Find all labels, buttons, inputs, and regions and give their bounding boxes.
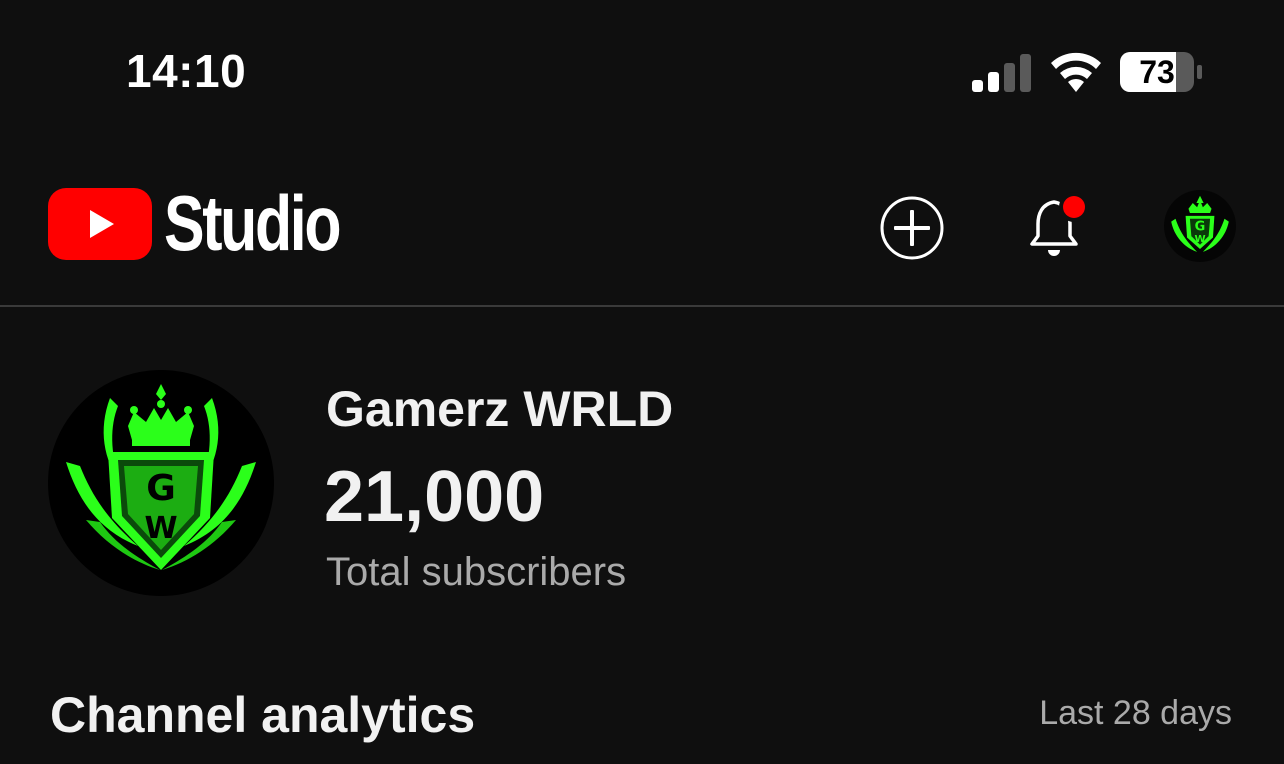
channel-avatar[interactable]: G W bbox=[48, 370, 274, 596]
analytics-title: Channel analytics bbox=[50, 687, 476, 743]
studio-screen: 14:10 73 Studio G W G W Gamerz WRLD 21,0… bbox=[0, 0, 1284, 764]
wifi-icon bbox=[1051, 52, 1101, 92]
svg-text:W: W bbox=[1194, 234, 1205, 245]
app-name: Studio bbox=[164, 179, 342, 267]
subscriber-label: Total subscribers bbox=[326, 550, 627, 594]
status-time: 14:10 bbox=[126, 45, 247, 97]
svg-text:G: G bbox=[1195, 219, 1206, 234]
youtube-play-icon[interactable] bbox=[48, 188, 152, 260]
analytics-range: Last 28 days bbox=[1039, 694, 1232, 732]
account-avatar[interactable]: G W bbox=[1164, 190, 1236, 262]
battery-percent: 73 bbox=[1139, 54, 1175, 90]
bell-icon[interactable] bbox=[1020, 190, 1092, 262]
header-divider bbox=[0, 305, 1284, 307]
channel-name: Gamerz WRLD bbox=[326, 381, 674, 437]
cellular-signal-icon bbox=[972, 54, 1031, 92]
subscriber-count: 21,000 bbox=[324, 457, 545, 537]
svg-text:G: G bbox=[146, 468, 176, 509]
svg-text:W: W bbox=[144, 511, 177, 546]
plus-circle-icon[interactable] bbox=[878, 194, 946, 262]
